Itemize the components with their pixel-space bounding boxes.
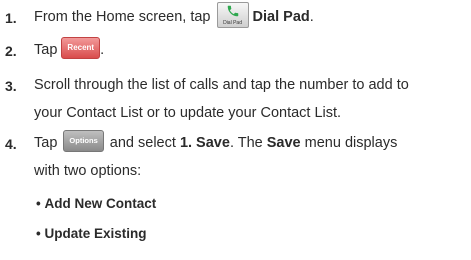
step-text-line: with two options: <box>34 163 142 179</box>
step-number: 3. <box>5 78 17 94</box>
step-number: 4. <box>5 136 17 152</box>
step-text-line: your Contact List or to update your Cont… <box>34 105 342 121</box>
option-bullet-update-existing: • Update Existing <box>36 226 147 241</box>
step-text-segment: Tap <box>34 135 58 151</box>
step-text: From the Home screen, tap Dial Pad Dial … <box>34 2 471 30</box>
dial-pad-label: Dial Pad <box>252 9 310 25</box>
step-text-segment: Tap <box>34 42 58 58</box>
step-text-segment: . <box>309 9 314 25</box>
recent-button[interactable]: Recent <box>61 37 101 60</box>
options-button[interactable]: Options <box>63 130 104 153</box>
dial-pad-icon: Dial Pad <box>216 2 249 29</box>
step-text: Scroll through the list of calls and tap… <box>34 72 471 126</box>
bullet-label: Add New Contact <box>44 196 157 211</box>
save-option-label: 1. Save <box>179 135 230 151</box>
step-text: Tap Recent. <box>34 37 471 63</box>
step-text-line: Tap Options and select 1. Save. The Save… <box>34 130 471 156</box>
save-menu-label: Save <box>266 135 301 151</box>
step-text-line: Scroll through the list of calls and tap… <box>34 77 409 93</box>
step-text-segment: menu displays <box>304 135 398 151</box>
phone-handset-icon <box>227 5 238 17</box>
step-number: 1. <box>5 10 17 26</box>
step-text-segment: . <box>100 42 105 58</box>
step-number: 2. <box>5 43 17 59</box>
dial-pad-icon-caption: Dial Pad <box>223 20 242 27</box>
step-text-segment: From the Home screen, tap <box>34 9 211 25</box>
bullet-label: Update Existing <box>44 226 147 241</box>
step-text-segment: and select <box>109 135 176 151</box>
step-text: Tap Options and select 1. Save. The Save… <box>34 130 471 184</box>
option-bullet-add-new-contact: • Add New Contact <box>36 196 156 211</box>
step-text-segment: . The <box>229 135 263 151</box>
